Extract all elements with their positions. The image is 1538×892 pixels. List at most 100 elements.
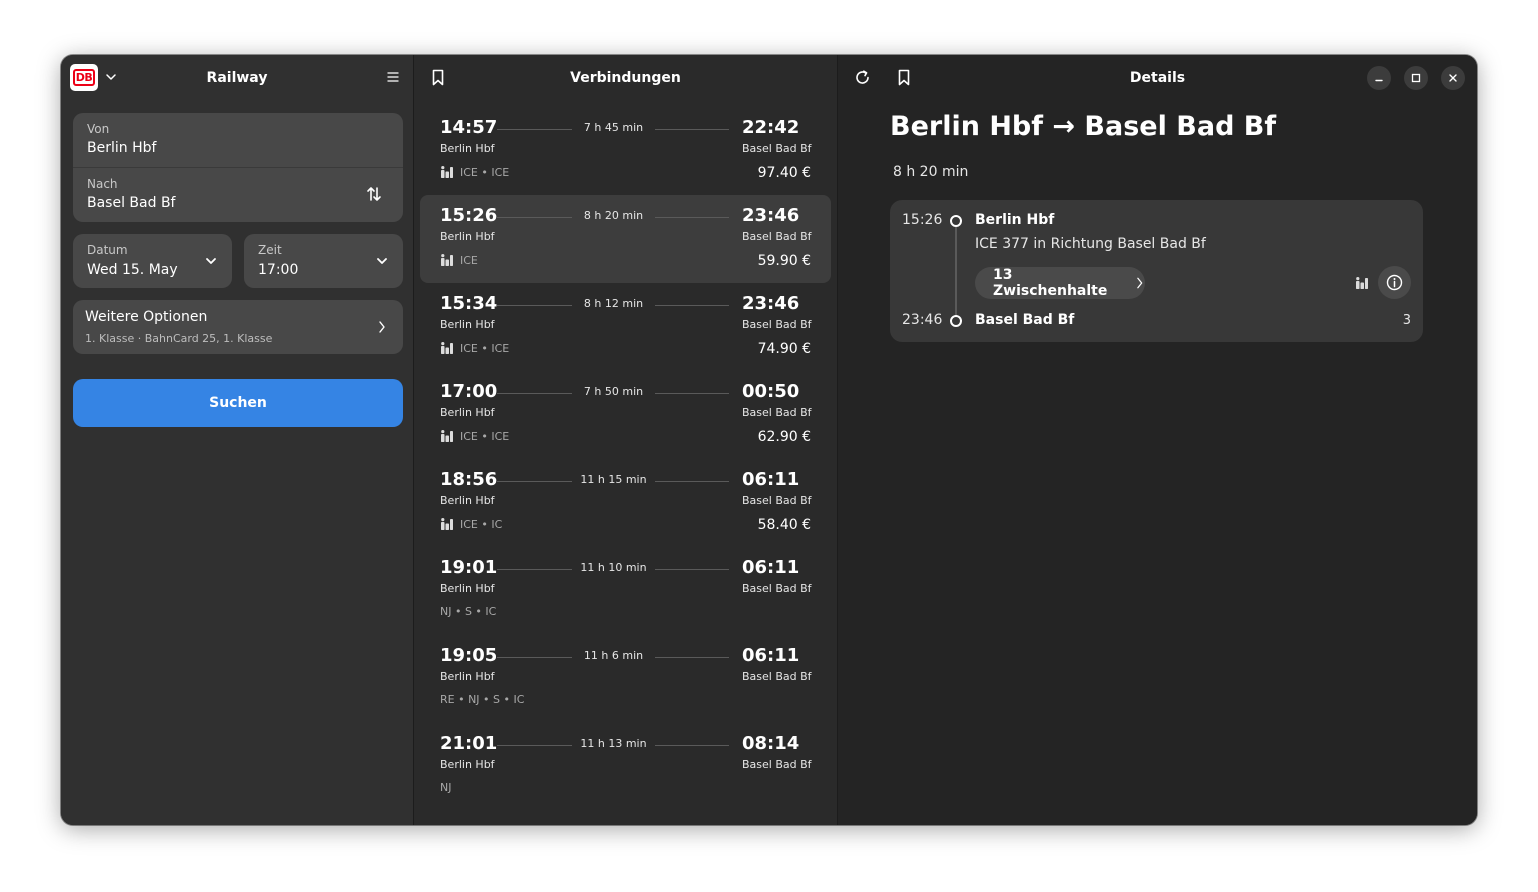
details-pane: Details Berlin Hbf → Basel Bad Bf 8 h 20… [838,55,1477,825]
chevron-down-icon [206,258,216,264]
departure-time: 14:57 [440,117,498,138]
intermediate-stops-label: 13 Zwischenhalte [993,267,1108,299]
to-label: Nach [87,177,118,191]
search-button[interactable]: Suchen [73,379,403,427]
route-title: Berlin Hbf → Basel Bad Bf [890,111,1277,142]
app-window: DB Railway Von Berlin Hbf Nach Basel Bad… [61,55,1477,825]
departure-time: 15:34 [440,293,498,314]
departure-station: Berlin Hbf [440,494,495,507]
train-types-label: ICE • IC [460,517,503,531]
bookmark-icon[interactable] [430,69,446,86]
db-logo[interactable]: DB [70,64,98,91]
from-to-card: Von Berlin Hbf Nach Basel Bad Bf [73,113,403,222]
arrival-time: 23:46 [742,293,800,314]
arrival-time: 23:46 [742,205,800,226]
connection-row[interactable]: 21:01 11 h 13 min 08:14 Berlin Hbf Basel Bad… [420,723,831,811]
from-input[interactable]: Berlin Hbf [87,140,156,156]
connections-title: Verbindungen [570,69,681,86]
chevron-right-icon [379,321,385,333]
departure-time: 17:00 [440,381,498,402]
train-types-label: ICE • ICE [460,341,510,355]
departure-station: Berlin Hbf [440,318,495,331]
arrival-station: Basel Bad Bf [742,758,812,771]
close-icon [1449,74,1457,82]
menu-icon[interactable] [385,69,401,85]
connection-row[interactable]: 17:00 7 h 50 min 00:50 Berlin Hbf Basel Bad … [420,371,831,459]
db-logo-text: DB [73,69,95,86]
arrival-station: Basel Bad Bf [742,142,812,155]
departure-time: 18:56 [440,469,498,490]
price: 59.90 € [757,253,811,269]
close-button[interactable] [1441,66,1465,90]
seat-icon [441,518,453,530]
seat-icon [441,166,453,178]
train-types: ICE • IC [440,517,502,531]
price: 74.90 € [757,341,811,357]
train-types: RE • NJ • S • IC [440,693,524,706]
train-types-label: NJ [440,781,452,794]
connection-row[interactable]: 15:34 8 h 12 min 23:46 Berlin Hbf Basel Bad … [420,283,831,371]
connection-row[interactable]: 19:05 11 h 6 min 06:11 Berlin Hbf Basel Bad … [420,635,831,723]
arrival-time: 00:50 [742,381,800,402]
arrival-station: Basel Bad Bf [742,582,812,595]
train-types-label: ICE [460,253,478,267]
duration: 11 h 13 min [572,737,655,750]
to-input[interactable]: Basel Bad Bf [87,195,175,211]
leg-arrival-time: 23:46 [902,312,943,328]
seat-icon [441,254,453,266]
train-types-label: ICE • ICE [460,429,510,443]
arrival-station: Basel Bad Bf [742,318,812,331]
arrival-station: Basel Bad Bf [742,670,812,683]
departure-station: Berlin Hbf [440,230,495,243]
info-button[interactable] [1378,266,1411,299]
minimize-button[interactable] [1367,66,1391,90]
intermediate-stops-button[interactable]: 13 Zwischenhalte [975,267,1145,299]
chevron-down-icon[interactable] [103,69,119,85]
route-duration: 8 h 20 min [893,164,969,180]
leg-line [955,227,957,316]
bookmark-icon[interactable] [896,69,912,86]
time-dropdown[interactable]: Zeit 17:00 [244,234,403,288]
leg-departure-station: Berlin Hbf [975,212,1055,228]
date-dropdown[interactable]: Datum Wed 15. May [73,234,232,288]
duration: 7 h 50 min [572,385,655,398]
arrival-station: Basel Bad Bf [742,230,812,243]
maximize-button[interactable] [1404,66,1428,90]
info-icon [1386,274,1403,291]
train-types: ICE • ICE [440,429,509,443]
connection-row[interactable]: 19:01 11 h 10 min 06:11 Berlin Hbf Basel Bad… [420,547,831,635]
train-types-label: ICE • ICE [460,165,510,179]
departure-station: Berlin Hbf [440,758,495,771]
connection-row[interactable]: 18:56 11 h 15 min 06:11 Berlin Hbf Basel Bad… [420,459,831,547]
seat-icon [1356,277,1368,289]
from-label: Von [87,122,110,136]
divider [73,167,403,168]
train-types: NJ [440,781,451,794]
duration: 11 h 10 min [572,561,655,574]
train-types-label: RE • NJ • S • IC [440,693,525,706]
departure-time: 15:26 [440,205,498,226]
details-header: Details [838,55,1477,100]
swap-icon[interactable] [365,185,383,203]
connection-row[interactable]: 15:26 8 h 20 min 23:46 Berlin Hbf Basel Bad … [420,195,831,283]
chevron-down-icon [377,258,387,264]
departure-station: Berlin Hbf [440,406,495,419]
leg-train-info: ICE 377 in Richtung Basel Bad Bf [975,236,1206,252]
departure-station: Berlin Hbf [440,670,495,683]
connection-row[interactable]: 14:57 7 h 45 min 22:42 Berlin Hbf Basel Bad … [420,107,831,195]
minimize-icon [1375,79,1383,82]
more-options-row[interactable]: Weitere Optionen 1. Klasse · BahnCard 25… [73,300,403,354]
train-types: ICE [440,253,478,267]
train-types: NJ • S • IC [440,605,496,618]
maximize-icon [1411,73,1421,83]
seat-icon [441,342,453,354]
search-sidebar: DB Railway Von Berlin Hbf Nach Basel Bad… [61,55,414,825]
duration: 7 h 45 min [572,121,655,134]
leg-departure-time: 15:26 [902,212,943,228]
arrival-station: Basel Bad Bf [742,494,812,507]
leg-card: 15:26 Berlin Hbf ICE 377 in Richtung Bas… [890,200,1423,342]
duration: 11 h 15 min [572,473,655,486]
refresh-icon[interactable] [854,69,871,86]
connections-pane: Verbindungen 14:57 7 h 45 min 22:42 Berlin … [414,55,838,825]
arrival-dot [950,315,962,327]
